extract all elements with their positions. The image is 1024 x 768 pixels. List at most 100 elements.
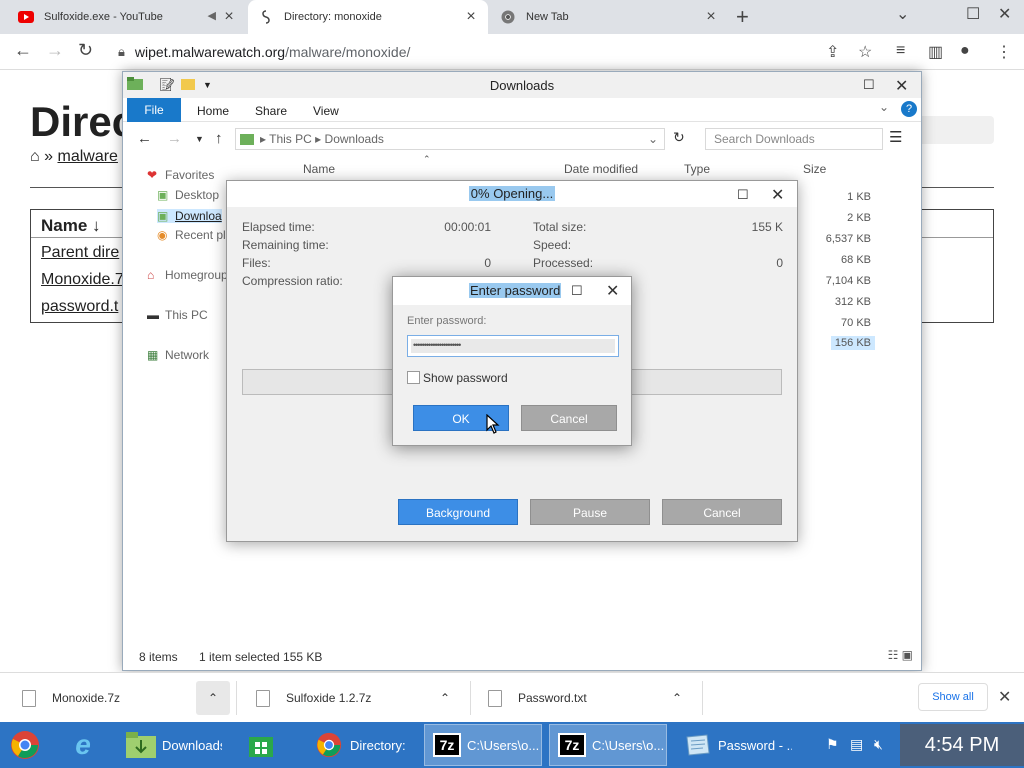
side-panel-icon[interactable]: ▥ — [928, 42, 943, 62]
show-password-label[interactable]: Show password — [423, 371, 508, 385]
close-icon[interactable]: ✕ — [606, 281, 619, 301]
background-button[interactable]: Background — [398, 499, 518, 525]
up-arrow-icon[interactable]: ↑ — [215, 130, 223, 147]
download-item[interactable]: Sulfoxide 1.2.7z — [256, 673, 371, 723]
chevron-up-icon[interactable]: ⌃ — [196, 681, 230, 715]
close-icon[interactable]: × — [702, 8, 720, 26]
action-center-flag-icon[interactable]: ⚑ — [826, 736, 839, 753]
nav-item-recent[interactable]: ◉ Recent pl — [157, 228, 226, 242]
taskbar-item-7zip-1[interactable]: 7z C:\Users\o... — [424, 724, 542, 766]
cancel-button[interactable]: Cancel — [662, 499, 782, 525]
tab-search-chevron-icon[interactable]: ⌄ — [896, 4, 909, 24]
forward-arrow-icon[interactable]: → — [167, 130, 182, 147]
volume-muted-icon[interactable]: 🔇︎ — [874, 736, 883, 753]
back-arrow-icon[interactable]: ← — [137, 130, 152, 147]
help-icon[interactable]: ? — [901, 101, 917, 117]
taskbar-item-chrome-start[interactable] — [2, 724, 54, 766]
close-icon[interactable]: × — [220, 8, 238, 26]
forward-arrow-icon[interactable]: → — [46, 40, 64, 61]
taskbar-item-chrome-directory[interactable]: Directory: ... — [306, 724, 410, 766]
taskbar-item-downloads[interactable]: Downloads — [118, 724, 222, 766]
ribbon-tab-view[interactable]: View — [313, 104, 339, 118]
chevron-down-icon[interactable]: ⌄ — [879, 100, 889, 114]
download-item[interactable]: Password.txt — [488, 673, 587, 723]
chevron-up-icon[interactable]: ⌃ — [440, 673, 450, 723]
network-icon: ▦ — [147, 348, 159, 362]
chevron-up-icon[interactable]: ⌃ — [672, 673, 682, 723]
taskbar-item-ie[interactable]: e — [60, 724, 112, 766]
table-row[interactable]: password.t — [41, 298, 118, 316]
maximize-icon[interactable]: ☐ — [737, 187, 749, 203]
kebab-menu-icon[interactable]: ⋮ — [996, 42, 1012, 62]
show-all-button[interactable]: Show all — [918, 683, 988, 711]
refresh-icon[interactable]: ↻ — [673, 129, 685, 146]
search-input[interactable]: Search Downloads — [705, 128, 883, 150]
chevron-down-icon[interactable]: ⌄ — [648, 129, 658, 149]
column-header-name[interactable]: Name — [303, 162, 335, 176]
cancel-button[interactable]: Cancel — [521, 405, 617, 431]
tab-youtube[interactable]: Sulfoxide.exe - YouTube ◀︎ × — [8, 0, 246, 34]
column-header-type[interactable]: Type — [684, 162, 710, 176]
column-header-date[interactable]: Date modified — [564, 162, 638, 176]
breadcrumb-link-malware[interactable]: malware — [57, 148, 117, 165]
close-icon[interactable]: ✕ — [771, 185, 784, 205]
close-icon[interactable]: ✕ — [998, 687, 1011, 707]
bookmark-star-icon[interactable]: ☆ — [858, 42, 872, 62]
nav-item-thispc[interactable]: ▬ This PC — [147, 308, 208, 322]
taskbar-item-7zip-2[interactable]: 7z C:\Users\o... — [549, 724, 667, 766]
path-bar[interactable]: ▸ This PC ▸ Downloads ⌄ — [235, 128, 665, 150]
download-item[interactable]: Monoxide.7z — [22, 673, 120, 723]
password-value: •••••••••••••••••••••• — [411, 339, 615, 353]
page-search-box[interactable] — [918, 116, 994, 144]
nav-item-favorites[interactable]: ❤ Favorites — [147, 168, 214, 182]
profile-avatar-icon[interactable]: ● — [960, 42, 970, 60]
ribbon-tab-file[interactable]: File — [127, 98, 181, 122]
table-row[interactable]: Monoxide.7 — [41, 271, 124, 289]
tab-new-tab[interactable]: New Tab × — [490, 0, 728, 34]
taskbar-item-store[interactable] — [238, 724, 290, 766]
nav-item-desktop[interactable]: ▣ Desktop — [157, 188, 219, 202]
table-row[interactable]: Parent dire — [41, 244, 119, 262]
path-segment-thispc[interactable]: This PC — [269, 132, 312, 146]
column-header-name[interactable]: Name ↓ — [41, 216, 101, 236]
maximize-icon[interactable]: ☐ — [966, 4, 980, 24]
view-mode-icons[interactable]: ☷ ▣ — [888, 648, 913, 662]
dialog-title: Enter password — [469, 283, 562, 298]
new-tab-button[interactable]: + — [736, 4, 749, 30]
back-arrow-icon[interactable]: ← — [14, 40, 32, 61]
nav-item-homegroup[interactable]: ⌂ Homegroup — [147, 268, 228, 282]
ribbon-tab-home[interactable]: Home — [197, 104, 229, 118]
dialog-title-wrap: 0% Opening... — [227, 186, 797, 201]
divider — [702, 681, 703, 715]
home-icon[interactable]: ⌂ — [30, 148, 40, 165]
network-tray-icon[interactable]: ▤ — [850, 736, 863, 753]
ribbon-tab-share[interactable]: Share — [255, 104, 287, 118]
pause-button[interactable]: Pause — [530, 499, 650, 525]
directory-icon — [258, 9, 274, 25]
maximize-icon[interactable]: ☐ — [863, 77, 875, 93]
password-input[interactable]: •••••••••••••••••••••• — [407, 335, 619, 357]
reload-icon[interactable]: ↻ — [78, 40, 93, 61]
speaker-muted-icon[interactable]: ◀︎ — [208, 9, 216, 22]
recent-locations-icon[interactable]: ▼ — [195, 134, 204, 144]
file-size-selected[interactable]: 156 KB — [830, 336, 875, 350]
tab-directory[interactable]: Directory: monoxide × — [248, 0, 488, 34]
path-segment-downloads[interactable]: Downloads — [325, 132, 384, 146]
close-icon[interactable]: × — [462, 8, 480, 26]
reading-list-icon[interactable]: ≡ — [896, 42, 905, 60]
close-icon[interactable]: ✕ — [895, 76, 908, 96]
column-header-size[interactable]: Size — [803, 162, 826, 176]
show-password-checkbox[interactable] — [407, 371, 420, 384]
window-close-icon[interactable]: ✕ — [998, 4, 1011, 24]
chrome-icon — [500, 9, 516, 25]
menu-icon[interactable]: ☰ — [889, 128, 902, 146]
address-bar[interactable]: 🔒︎ wipet.malwarewatch.org/malware/monoxi… — [110, 39, 820, 65]
taskbar-item-label: C:\Users\o... — [592, 737, 665, 753]
system-clock[interactable]: 4:54 PM — [900, 724, 1024, 766]
nav-item-network[interactable]: ▦ Network — [147, 348, 209, 362]
share-icon[interactable]: ⇪ — [826, 42, 839, 62]
nav-item-downloads[interactable]: ▣ Downloa — [157, 209, 222, 223]
download-filename: Password.txt — [518, 691, 587, 705]
maximize-icon[interactable]: ☐ — [571, 283, 583, 299]
taskbar-item-notepad[interactable]: Password - ... — [674, 724, 792, 766]
